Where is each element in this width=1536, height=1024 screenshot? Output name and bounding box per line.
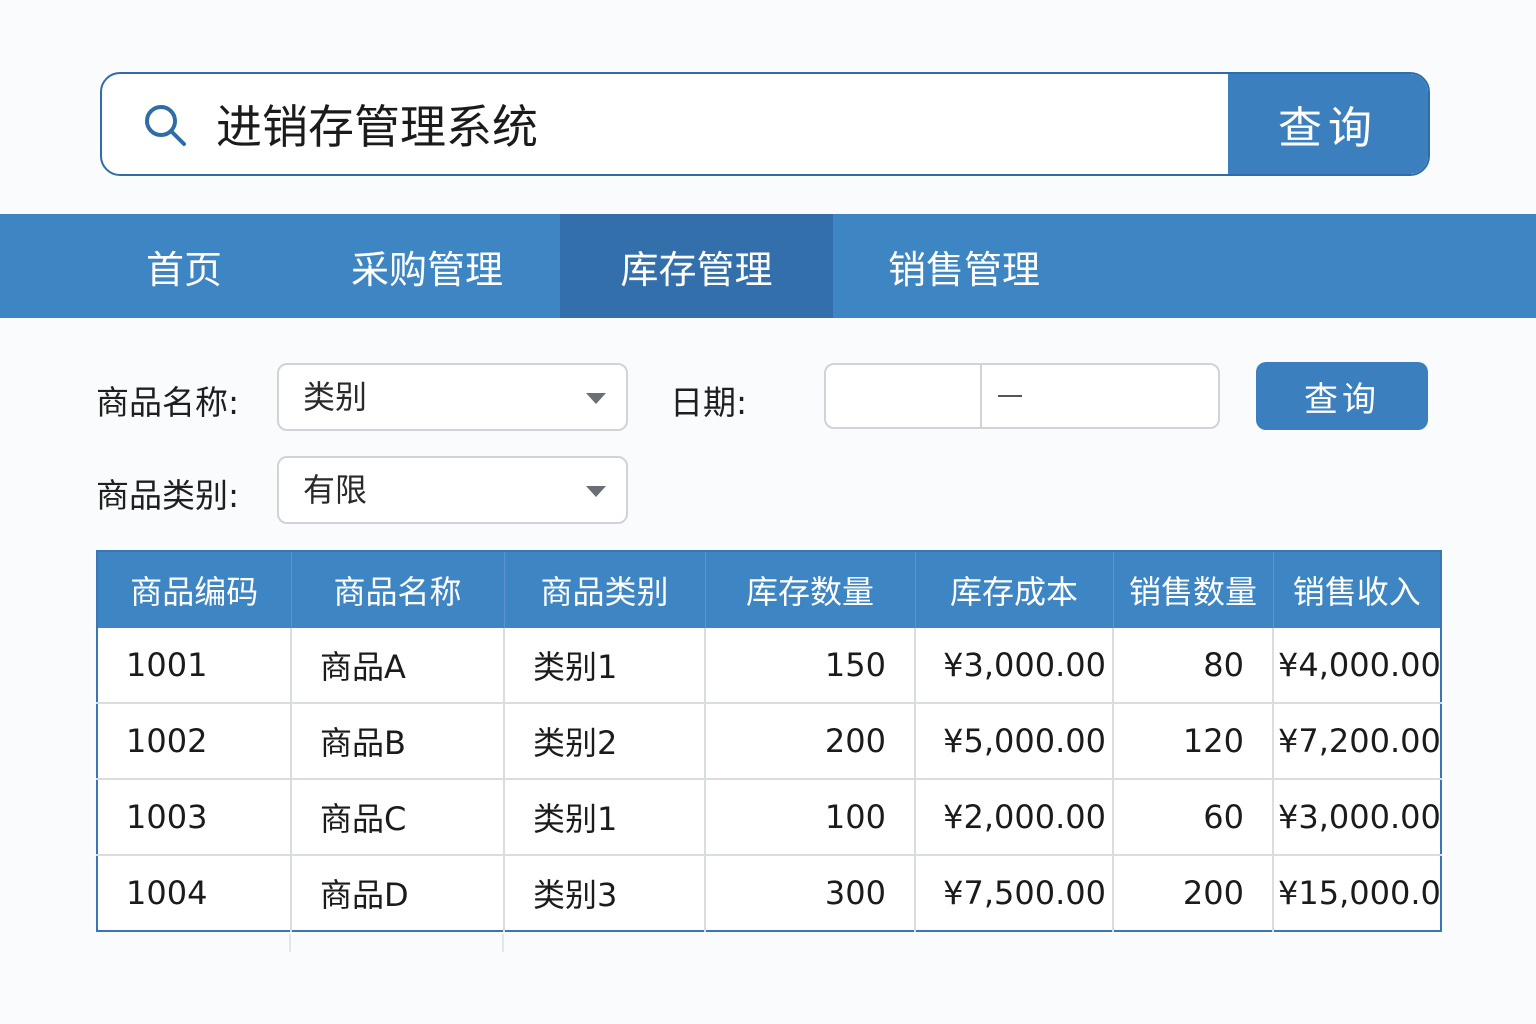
product-name-select-value: 类别 bbox=[303, 378, 368, 416]
table-cell: 商品A bbox=[291, 628, 505, 704]
search-bar: 查询 bbox=[100, 72, 1430, 176]
table-cell: 1004 bbox=[97, 855, 292, 931]
table-cell: 80 bbox=[1113, 628, 1274, 704]
query-button[interactable]: 查询 bbox=[1256, 362, 1428, 430]
column-header[interactable]: 商品名称 bbox=[291, 551, 505, 628]
table-cell: ¥3,000.00 bbox=[1273, 779, 1441, 856]
table-cell: 60 bbox=[1113, 779, 1274, 856]
nav-item-purchase[interactable]: 采购管理 bbox=[318, 214, 536, 318]
table-cell: 商品B bbox=[291, 703, 505, 780]
date-start-input[interactable] bbox=[826, 365, 982, 427]
date-end-input[interactable] bbox=[982, 365, 1218, 427]
chevron-down-icon bbox=[586, 393, 606, 404]
search-button[interactable]: 查询 bbox=[1228, 74, 1428, 174]
table-cell: ¥4,000.00 bbox=[1273, 628, 1441, 704]
table-cell: ¥3,000.00 bbox=[915, 628, 1114, 704]
table-row[interactable]: 1004 商品D 类别3 300 ¥7,500.00 200 ¥15,000.0… bbox=[97, 855, 1441, 931]
table-row[interactable]: 1001 商品A 类别1 150 ¥3,000.00 80 ¥4,000.00 bbox=[97, 628, 1441, 704]
category-select-value: 有限 bbox=[303, 471, 368, 509]
table-cell: ¥5,000.00 bbox=[915, 703, 1114, 780]
category-select[interactable]: 有限 bbox=[277, 456, 628, 524]
main-nav: 首页 采购管理 库存管理 销售管理 bbox=[0, 214, 1536, 318]
date-range-separator bbox=[998, 395, 1022, 397]
table-cell: 类别1 bbox=[504, 779, 706, 856]
table-cell: 200 bbox=[1113, 855, 1274, 931]
product-name-select[interactable]: 类别 bbox=[277, 363, 628, 431]
column-header[interactable]: 商品类别 bbox=[504, 551, 706, 628]
date-range-picker bbox=[824, 363, 1220, 429]
table-cell: 120 bbox=[1113, 703, 1274, 780]
table-cell: 商品D bbox=[291, 855, 505, 931]
divider bbox=[289, 934, 291, 952]
date-label: 日期: bbox=[670, 383, 748, 422]
table-cell: 类别3 bbox=[504, 855, 706, 931]
table-header-row: 商品编码 商品名称 商品类别 库存数量 库存成本 销售数量 销售收入 bbox=[97, 551, 1441, 628]
product-name-label: 商品名称: bbox=[96, 383, 240, 422]
column-header[interactable]: 库存数量 bbox=[705, 551, 916, 628]
chevron-down-icon bbox=[586, 486, 606, 497]
column-header[interactable]: 销售收入 bbox=[1273, 551, 1441, 628]
table-cell: 1002 bbox=[97, 703, 292, 780]
divider bbox=[502, 934, 504, 952]
table-cell: 类别2 bbox=[504, 703, 706, 780]
column-header[interactable]: 商品编码 bbox=[97, 551, 292, 628]
table-cell: ¥15,000.00 bbox=[1278, 874, 1441, 912]
table-row[interactable]: 1002 商品B 类别2 200 ¥5,000.00 120 ¥7,200.00 bbox=[97, 703, 1441, 780]
inventory-table: 商品编码 商品名称 商品类别 库存数量 库存成本 销售数量 销售收入 1001 … bbox=[96, 550, 1442, 932]
table-cell: ¥7,200.00 bbox=[1273, 703, 1441, 780]
nav-item-sales[interactable]: 销售管理 bbox=[856, 214, 1072, 318]
table-cell: ¥7,500.00 bbox=[915, 855, 1114, 931]
table-cell: 150 bbox=[705, 628, 916, 704]
table-cell: 1001 bbox=[97, 628, 292, 704]
category-label: 商品类别: bbox=[96, 476, 240, 515]
search-input[interactable] bbox=[216, 74, 1216, 174]
nav-item-inventory[interactable]: 库存管理 bbox=[560, 214, 833, 318]
table-cell: 商品C bbox=[291, 779, 505, 856]
table-cell: 100 bbox=[705, 779, 916, 856]
nav-item-home[interactable]: 首页 bbox=[96, 214, 272, 318]
column-header[interactable]: 销售数量 bbox=[1113, 551, 1274, 628]
table-cell: ¥2,000.00 bbox=[915, 779, 1114, 856]
table-cell: 1003 bbox=[97, 779, 292, 856]
table-row[interactable]: 1003 商品C 类别1 100 ¥2,000.00 60 ¥3,000.00 bbox=[97, 779, 1441, 856]
column-header[interactable]: 库存成本 bbox=[915, 551, 1114, 628]
table-cell: 300 bbox=[705, 855, 916, 931]
table-cell: 200 bbox=[705, 703, 916, 780]
table-cell: 类别1 bbox=[504, 628, 706, 704]
search-icon bbox=[145, 105, 186, 146]
